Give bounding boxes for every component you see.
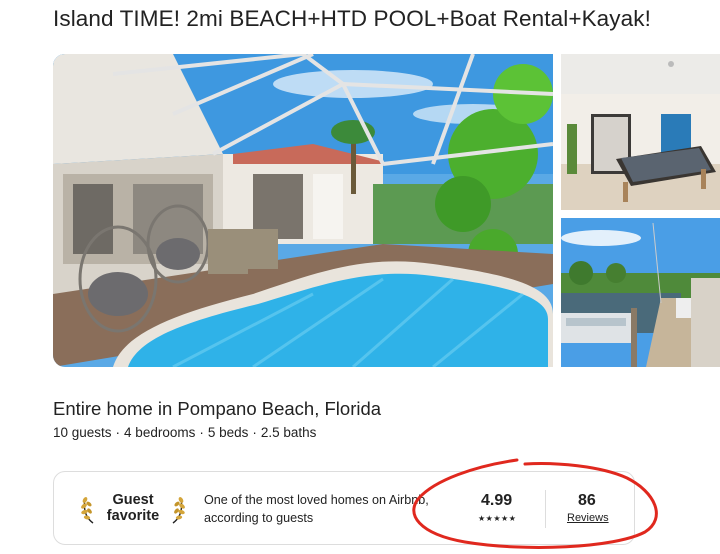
game-room-image bbox=[561, 54, 720, 210]
guest-favorite-card: Guest favorite One of the most loved hom… bbox=[53, 471, 635, 545]
pool-patio-photo[interactable] bbox=[53, 54, 553, 367]
detail-beds: 5 beds bbox=[207, 425, 249, 440]
laurel-right-icon bbox=[172, 497, 185, 524]
listing-details: 10 guests · 4 bedrooms · 5 beds · 2.5 ba… bbox=[53, 425, 316, 440]
guest-favorite-description: One of the most loved homes on Airbnb, a… bbox=[204, 493, 429, 525]
detail-bedrooms: 4 bedrooms bbox=[124, 425, 196, 440]
divider bbox=[545, 490, 546, 528]
game-room-photo[interactable] bbox=[561, 54, 720, 210]
detail-separator: · bbox=[115, 425, 121, 440]
listing-subtitle: Entire home in Pompano Beach, Florida bbox=[53, 398, 382, 419]
rating-value: 4.99 bbox=[481, 492, 513, 509]
guest-favorite-badge: Guest favorite bbox=[80, 490, 186, 528]
detail-guests: 10 guests bbox=[53, 425, 112, 440]
reviews-count: 86 bbox=[578, 492, 596, 509]
listing-title: Island TIME! 2mi BEACH+HTD POOL+Boat Ren… bbox=[53, 6, 651, 31]
detail-separator: · bbox=[199, 425, 204, 440]
rating-stars-icon: ★★★★★ bbox=[478, 514, 517, 523]
canal-dock-photo[interactable] bbox=[561, 218, 720, 367]
reviews-link[interactable]: Reviews bbox=[567, 512, 609, 524]
detail-baths: 2.5 baths bbox=[260, 425, 317, 440]
guest-favorite-label: Guest favorite bbox=[106, 492, 160, 524]
canal-dock-image bbox=[561, 218, 720, 367]
pool-patio-image bbox=[53, 54, 553, 367]
detail-separator: · bbox=[252, 425, 257, 440]
laurel-left-icon bbox=[81, 497, 94, 524]
